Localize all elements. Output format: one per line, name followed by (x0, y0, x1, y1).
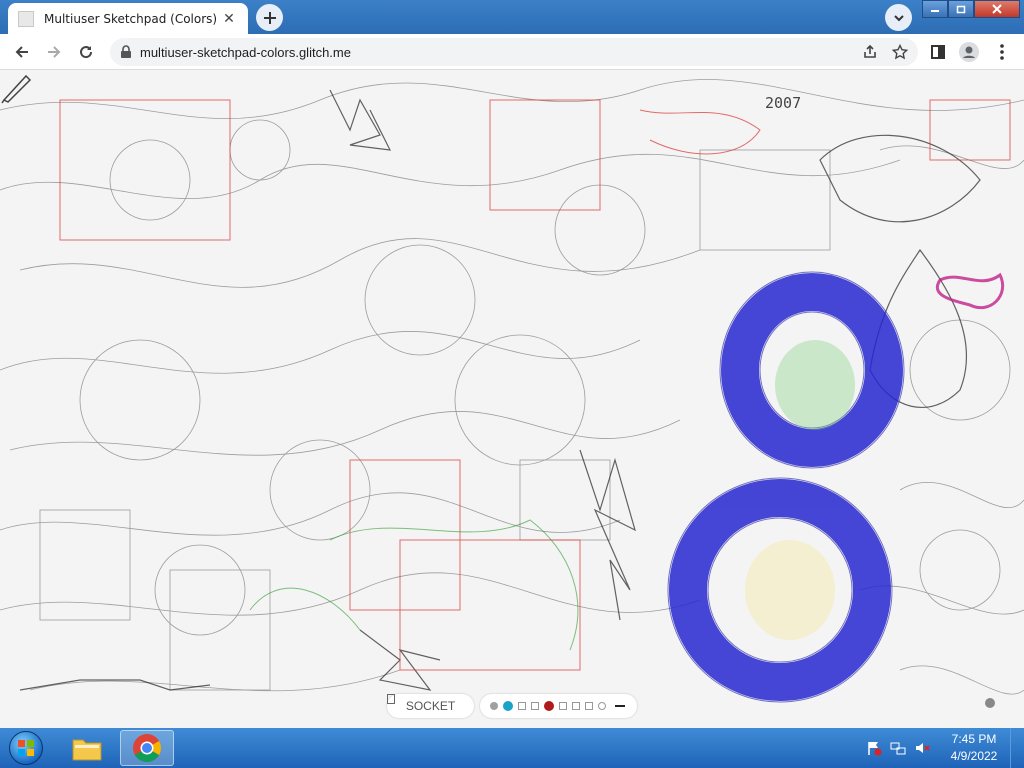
reload-button[interactable] (72, 38, 100, 66)
system-tray: 7:45 PM 4/9/2022 (866, 728, 1024, 768)
sketch-text-2007: 2007 (765, 94, 801, 112)
url-text: multiuser-sketchpad-colors.glitch.me (140, 44, 351, 60)
taskbar-clock[interactable]: 7:45 PM 4/9/2022 (938, 731, 1010, 765)
windows-taskbar: 7:45 PM 4/9/2022 (0, 728, 1024, 768)
back-button[interactable] (8, 38, 36, 66)
taskbar-explorer[interactable] (60, 730, 114, 766)
tab-search-button[interactable] (885, 4, 912, 31)
volume-muted-icon[interactable] (914, 740, 930, 756)
swatch-white-4[interactable] (572, 702, 580, 710)
folder-icon (72, 739, 102, 761)
plus-icon (263, 11, 276, 24)
swatch-white-3[interactable] (559, 702, 567, 710)
sketch-drawing: 2007 (0, 79, 1024, 703)
close-icon (992, 4, 1002, 14)
swatch-white-1[interactable] (518, 702, 526, 710)
arrow-right-icon (48, 46, 61, 58)
tab-close-icon[interactable]: ✕ (220, 10, 238, 28)
swatch-eraser[interactable] (598, 702, 606, 710)
side-panel-icon (931, 45, 945, 59)
swatch-cyan[interactable] (503, 701, 513, 711)
socket-status-icon (387, 694, 395, 704)
close-window-button[interactable] (974, 0, 1020, 18)
reload-icon (80, 46, 93, 59)
socket-button[interactable]: SOCKET (387, 694, 474, 718)
page-favicon-icon (18, 10, 34, 27)
network-icon[interactable] (890, 740, 906, 756)
more-vertical-icon (1000, 44, 1004, 60)
address-bar[interactable]: multiuser-sketchpad-colors.glitch.me (110, 38, 918, 66)
show-desktop-button[interactable] (1010, 728, 1024, 768)
windows-orb-icon (9, 731, 43, 765)
action-center-flag-icon[interactable] (866, 740, 882, 756)
restore-icon (956, 5, 966, 14)
sketchpad-canvas[interactable]: 2007 SOCKET (0, 70, 1024, 728)
new-tab-button[interactable] (256, 4, 283, 31)
swatch-red[interactable] (544, 701, 554, 711)
clock-time: 7:45 PM (951, 732, 997, 746)
brush-size-icon[interactable] (615, 705, 625, 707)
taskbar-chrome[interactable] (120, 730, 174, 766)
browser-titlebar: Multiuser Sketchpad (Colors) ✕ (0, 0, 1024, 34)
minimize-icon (931, 10, 939, 12)
lock-icon (121, 45, 131, 58)
arrow-left-icon (15, 46, 28, 58)
share-icon[interactable] (862, 44, 878, 60)
browser-toolbar: multiuser-sketchpad-colors.glitch.me (0, 34, 1024, 70)
side-panel-button[interactable] (924, 38, 952, 66)
clock-date: 4/9/2022 (950, 749, 998, 763)
cursor-dot-icon (985, 698, 995, 708)
pen-icon (1, 74, 32, 104)
chrome-icon (133, 734, 161, 762)
socket-label: SOCKET (405, 699, 456, 713)
chevron-down-icon (893, 14, 904, 21)
profile-button[interactable] (955, 38, 983, 66)
avatar-icon (959, 42, 979, 62)
window-controls (922, 0, 1020, 18)
start-button[interactable] (4, 729, 48, 767)
maximize-button[interactable] (948, 0, 974, 18)
menu-button[interactable] (988, 38, 1016, 66)
forward-button[interactable] (40, 38, 68, 66)
swatch-gray[interactable] (490, 702, 498, 710)
star-icon[interactable] (892, 44, 908, 60)
color-palette (480, 694, 637, 718)
swatch-white-2[interactable] (531, 702, 539, 710)
browser-tab[interactable]: Multiuser Sketchpad (Colors) ✕ (8, 3, 248, 34)
minimize-button[interactable] (922, 0, 948, 18)
windows-logo-icon (18, 740, 34, 756)
tab-title: Multiuser Sketchpad (Colors) (44, 11, 218, 26)
swatch-white-5[interactable] (585, 702, 593, 710)
